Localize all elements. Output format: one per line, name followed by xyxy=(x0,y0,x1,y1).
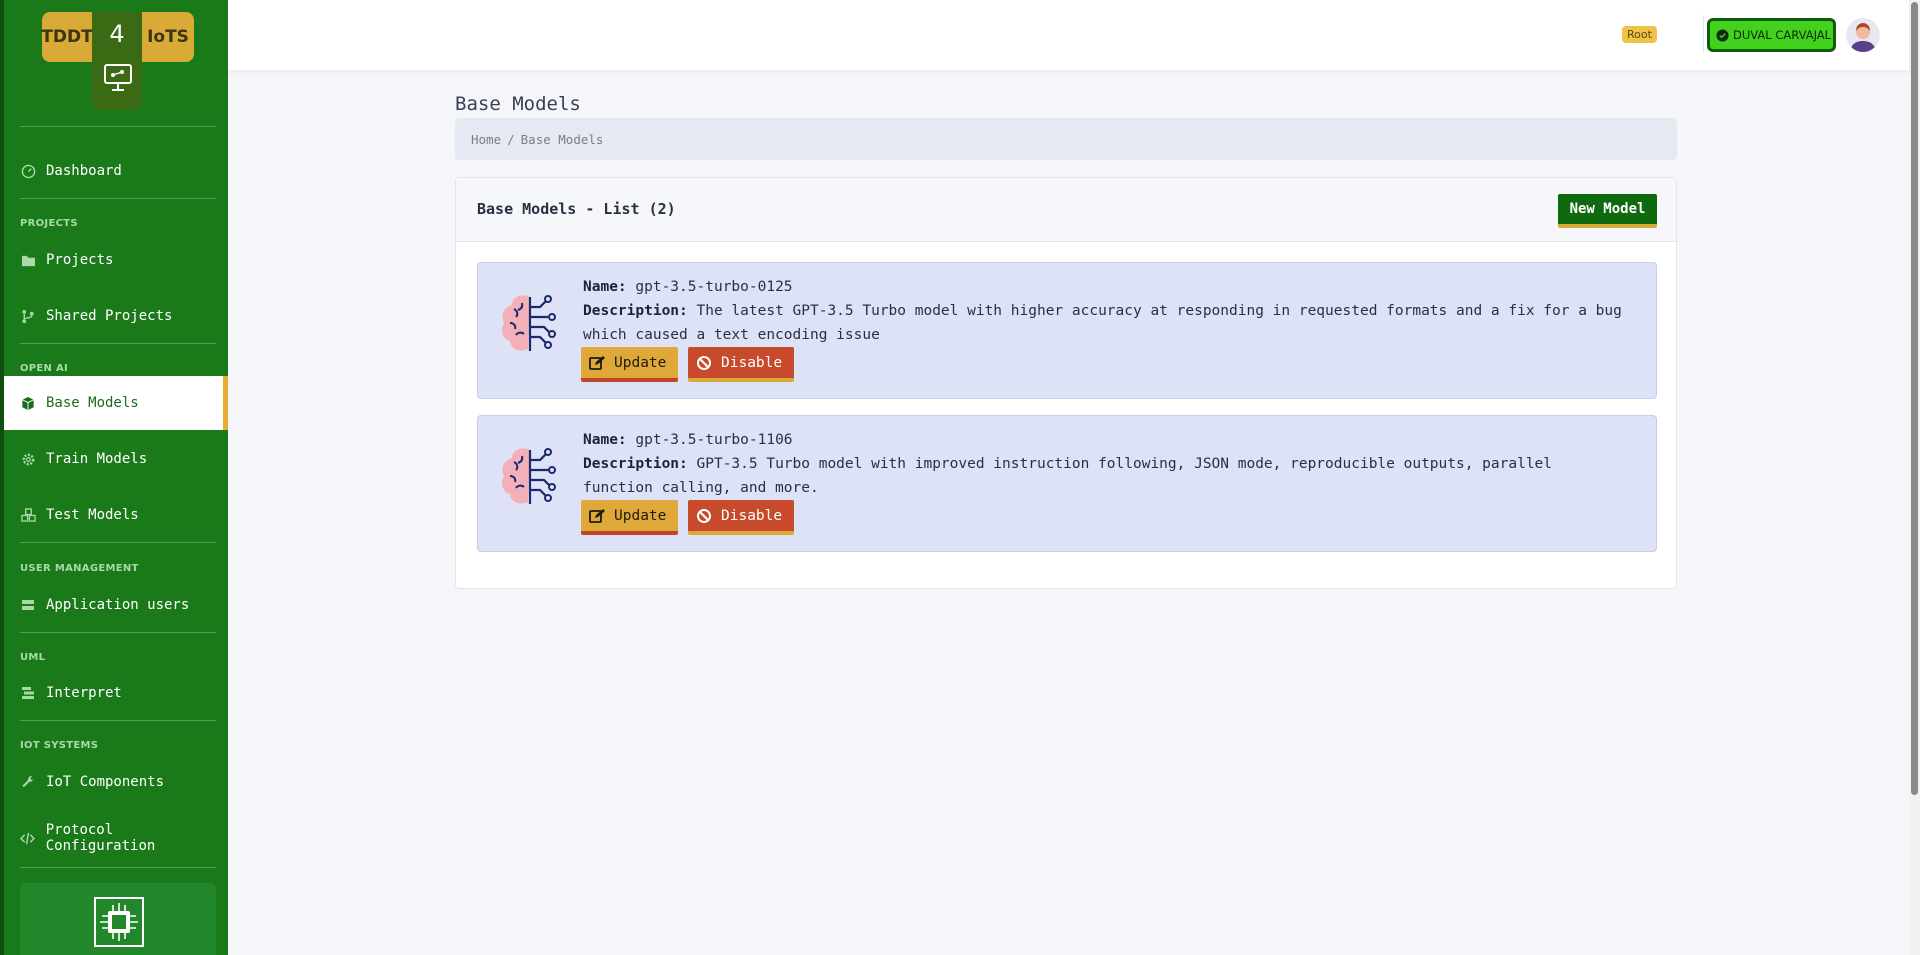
user-menu-button[interactable]: DUVAL CARVAJAL xyxy=(1707,18,1836,52)
edit-icon xyxy=(589,355,605,371)
nav-divider xyxy=(20,126,216,127)
nav-heading-user-management: USER MANAGEMENT xyxy=(20,563,139,574)
disable-label: Disable xyxy=(721,507,783,524)
breadcrumb-home[interactable]: Home xyxy=(471,132,501,147)
topbar-divider xyxy=(1703,15,1704,53)
update-label: Update xyxy=(614,507,667,524)
list-item: Name: gpt-3.5-turbo-0125 Description: Th… xyxy=(477,262,1657,399)
scrollbar-thumb[interactable] xyxy=(1911,2,1918,795)
sidebar-item-application-users[interactable]: Application users xyxy=(4,578,228,632)
update-button[interactable]: Update xyxy=(581,347,678,382)
page-title: Base Models xyxy=(455,93,581,115)
sidebar-item-label: Test Models xyxy=(46,507,139,523)
ai-brain-icon xyxy=(502,295,556,351)
disable-button[interactable]: Disable xyxy=(688,500,794,535)
ban-icon xyxy=(696,508,712,524)
iot-chip-panel xyxy=(20,883,216,955)
layers-icon xyxy=(20,685,36,701)
sidebar-item-interpret[interactable]: Interpret xyxy=(4,666,228,720)
model-description-value: The latest GPT-3.5 Turbo model with high… xyxy=(583,303,1622,343)
sidebar-item-label: IoT Components xyxy=(46,774,165,790)
card-title: Base Models - List (2) xyxy=(477,200,676,218)
sidebar-item-label: Base Models xyxy=(46,395,139,411)
update-label: Update xyxy=(614,354,667,371)
model-name-value: gpt-3.5-turbo-0125 xyxy=(635,279,793,295)
sidebar-item-label: Train Models xyxy=(46,451,148,467)
ai-brain-icon xyxy=(502,448,556,504)
nav-divider xyxy=(20,867,216,868)
gear-icon xyxy=(20,451,36,467)
sidebar: TDDT 4 IoTS Dashboard PROJECTS Projects … xyxy=(0,0,228,955)
nav-divider xyxy=(20,542,216,543)
nav-divider xyxy=(20,720,216,721)
logo-four: 4 xyxy=(92,12,142,110)
update-button[interactable]: Update xyxy=(581,500,678,535)
sidebar-item-projects[interactable]: Projects xyxy=(4,233,228,287)
sidebar-item-label: Interpret xyxy=(46,685,122,701)
code-icon xyxy=(20,830,36,846)
folder-icon xyxy=(20,252,36,268)
sidebar-item-shared-projects[interactable]: Shared Projects xyxy=(4,289,228,343)
nav-divider xyxy=(20,343,216,344)
model-description: Description: The latest GPT-3.5 Turbo mo… xyxy=(583,299,1643,347)
cubes-icon xyxy=(20,507,36,523)
model-name-value: gpt-3.5-turbo-1106 xyxy=(635,432,793,448)
branch-icon xyxy=(20,308,36,324)
nav-divider xyxy=(20,198,216,199)
check-circle-icon xyxy=(1716,28,1729,42)
role-badge: Root xyxy=(1622,26,1657,43)
edit-icon xyxy=(589,508,605,524)
sidebar-item-test-models[interactable]: Test Models xyxy=(4,488,228,542)
app-logo[interactable]: TDDT 4 IoTS xyxy=(41,12,194,112)
users-table-icon xyxy=(20,597,36,613)
description-label: Description: xyxy=(583,303,688,319)
card-header: Base Models - List (2) New Model xyxy=(456,178,1676,242)
name-label: Name: xyxy=(583,279,627,295)
page-scrollbar[interactable] xyxy=(1909,0,1920,955)
nav-heading-uml: UML xyxy=(20,652,46,663)
base-models-card: Base Models - List (2) New Model Name: g… xyxy=(455,177,1677,589)
breadcrumb: Home / Base Models xyxy=(455,118,1677,160)
sidebar-item-base-models[interactable]: Base Models xyxy=(4,376,228,430)
dashboard-icon xyxy=(20,163,36,179)
nav-heading-iot-systems: IOT SYSTEMS xyxy=(20,740,99,751)
logo-tddt: TDDT xyxy=(41,12,93,62)
logo-iots: IoTS xyxy=(142,12,194,62)
sidebar-item-train-models[interactable]: Train Models xyxy=(4,432,228,486)
sidebar-item-dashboard[interactable]: Dashboard xyxy=(4,144,228,198)
breadcrumb-current: Base Models xyxy=(520,131,604,147)
list-item: Name: gpt-3.5-turbo-1106 Description: GP… xyxy=(477,415,1657,552)
disable-label: Disable xyxy=(721,354,783,371)
nav-divider xyxy=(20,632,216,633)
model-description-value: GPT-3.5 Turbo model with improved instru… xyxy=(583,456,1553,496)
ban-icon xyxy=(696,355,712,371)
name-label: Name: xyxy=(583,432,627,448)
new-model-button[interactable]: New Model xyxy=(1558,194,1657,228)
top-bar: Root DUVAL CARVAJAL xyxy=(228,0,1909,70)
disable-button[interactable]: Disable xyxy=(688,347,794,382)
sidebar-item-iot-components[interactable]: IoT Components xyxy=(4,755,228,809)
avatar[interactable] xyxy=(1846,18,1880,52)
sidebar-item-label: Dashboard xyxy=(46,163,122,179)
sidebar-item-protocol-configuration[interactable]: Protocol Configuration xyxy=(4,811,228,865)
user-name: DUVAL CARVAJAL xyxy=(1733,28,1832,42)
model-name: Name: gpt-3.5-turbo-1106 xyxy=(583,428,793,452)
chip-icon xyxy=(94,897,144,947)
presentation-board-icon xyxy=(104,64,132,91)
model-description: Description: GPT-3.5 Turbo model with im… xyxy=(583,452,1583,500)
breadcrumb-separator: / xyxy=(507,131,515,147)
model-name: Name: gpt-3.5-turbo-0125 xyxy=(583,275,793,299)
sidebar-item-label: Projects xyxy=(46,252,114,268)
sidebar-item-label: Application users xyxy=(46,597,190,613)
sidebar-item-label: Shared Projects xyxy=(46,308,173,324)
cube-icon xyxy=(20,395,36,411)
description-label: Description: xyxy=(583,456,688,472)
nav-heading-projects: PROJECTS xyxy=(20,218,78,229)
nav-heading-open-ai: OPEN AI xyxy=(20,363,69,374)
user-avatar-icon xyxy=(1846,18,1880,52)
wrench-icon xyxy=(20,774,36,790)
sidebar-item-label: Protocol Configuration xyxy=(45,822,156,854)
